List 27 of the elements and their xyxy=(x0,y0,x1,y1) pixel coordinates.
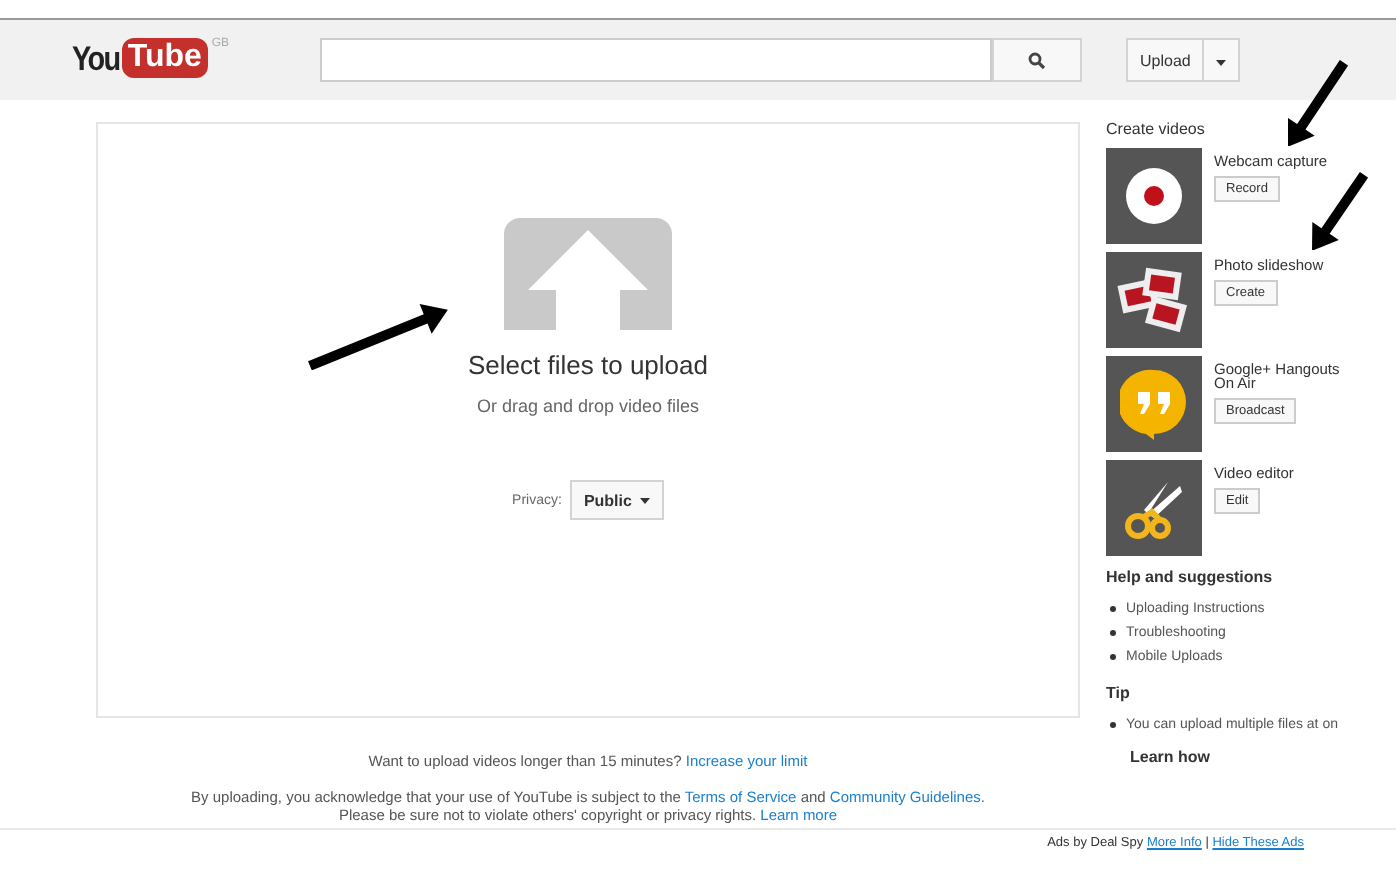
search-field[interactable] xyxy=(320,38,992,82)
privacy-dropdown[interactable]: Public xyxy=(569,480,664,520)
record-icon xyxy=(1124,166,1184,226)
photos-icon xyxy=(1116,266,1192,334)
bullet-icon xyxy=(1110,653,1116,659)
learn-how-link[interactable]: Learn how xyxy=(1130,748,1211,766)
caret-icon xyxy=(1216,59,1227,65)
section-title: Help and suggestions xyxy=(1106,568,1275,586)
upload-button[interactable]: Upload xyxy=(1126,38,1205,82)
bullet-icon xyxy=(1110,721,1116,727)
caret-icon xyxy=(639,497,650,503)
bullet-icon xyxy=(1110,629,1116,635)
speech-bubble-icon xyxy=(1120,368,1188,440)
annotation-arrow xyxy=(308,304,448,371)
bullet-icon xyxy=(1110,605,1116,611)
section-title: Create videos xyxy=(1106,120,1207,138)
search-icon xyxy=(1028,51,1046,69)
section-title: Tip xyxy=(1106,684,1132,702)
annotation-arrow xyxy=(1312,171,1369,250)
upload-title: Select files to upload xyxy=(468,350,708,380)
tool-tile[interactable] xyxy=(1106,460,1202,556)
tool-tile[interactable] xyxy=(1106,148,1202,244)
search-button[interactable] xyxy=(992,38,1082,82)
annotation-arrow xyxy=(1288,59,1349,146)
tool-tile[interactable] xyxy=(1106,356,1202,452)
upload-subtitle: Or drag and drop video files xyxy=(476,396,700,416)
tool-tile[interactable] xyxy=(1106,252,1202,348)
